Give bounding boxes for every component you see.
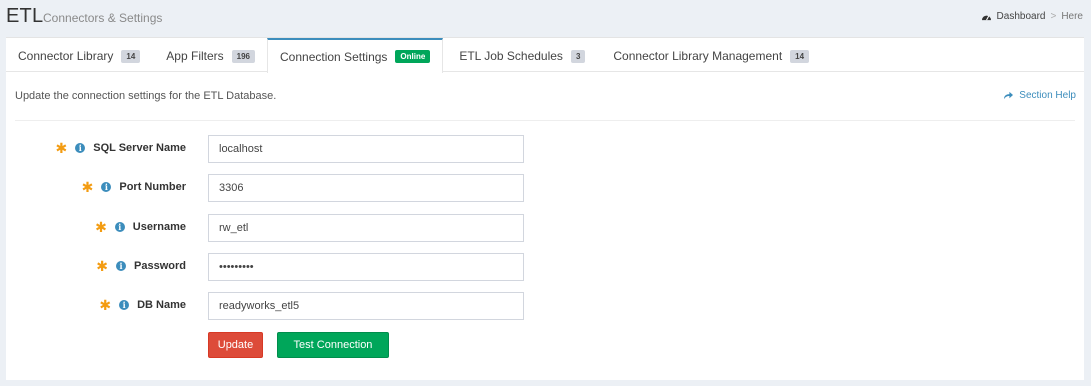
field-label-text: DB Name bbox=[137, 299, 186, 311]
field-label-text: Password bbox=[134, 260, 186, 272]
tab-label: App Filters bbox=[166, 49, 224, 63]
tab-label: Connector Library Management bbox=[613, 49, 783, 63]
count-badge: 3 bbox=[570, 49, 586, 63]
page-header: ETL Connectors & Settings Dashboard > He… bbox=[0, 0, 1091, 36]
update-button[interactable]: Update bbox=[208, 332, 263, 358]
info-icon[interactable]: i bbox=[114, 222, 125, 232]
breadcrumb: Dashboard > Here bbox=[981, 11, 1083, 22]
test-connection-button[interactable]: Test Connection bbox=[277, 332, 389, 358]
asterisk-icon: ✱ bbox=[95, 219, 107, 235]
tab-label: ETL Job Schedules bbox=[459, 49, 563, 63]
info-icon[interactable]: i bbox=[101, 182, 112, 192]
section-description: Update the connection settings for the E… bbox=[15, 90, 277, 102]
asterisk-icon: ✱ bbox=[55, 140, 68, 156]
field-label-text: Port Number bbox=[119, 181, 186, 193]
tab-connection-settings[interactable]: Connection Settings Online bbox=[267, 38, 444, 73]
breadcrumb-dashboard-link[interactable]: Dashboard bbox=[997, 11, 1046, 22]
page-subtitle: Connectors & Settings bbox=[43, 11, 163, 25]
form-row-db-name: ✱ i DB Name bbox=[6, 292, 606, 320]
sql-server-name-input[interactable] bbox=[208, 135, 524, 163]
field-label-text: Username bbox=[132, 221, 186, 233]
form-row-password: ✱ i Password bbox=[6, 253, 606, 281]
tab-app-filters[interactable]: App Filters 196 bbox=[152, 38, 267, 72]
tab-label: Connection Settings bbox=[280, 49, 388, 64]
info-icon[interactable]: i bbox=[75, 143, 86, 153]
password-input[interactable] bbox=[208, 253, 524, 281]
status-badge: Online bbox=[395, 50, 431, 63]
form-row-username: ✱ i Username bbox=[6, 214, 606, 242]
form-row-port-number: ✱ i Port Number bbox=[6, 174, 606, 202]
field-label-text: SQL Server Name bbox=[93, 142, 186, 154]
field-label: ✱ i Password bbox=[96, 258, 186, 274]
tab-bar: Connector Library 14 App Filters 196 Con… bbox=[6, 38, 1084, 73]
port-number-input[interactable] bbox=[208, 174, 524, 202]
tab-label: Connector Library bbox=[18, 49, 114, 63]
asterisk-icon: ✱ bbox=[99, 297, 112, 313]
share-icon bbox=[1004, 91, 1014, 100]
section-help-label: Section Help bbox=[1019, 90, 1076, 101]
page-title: ETL bbox=[6, 5, 44, 27]
field-label: ✱ i Username bbox=[95, 219, 186, 235]
count-badge: 196 bbox=[231, 49, 256, 63]
divider bbox=[15, 120, 1075, 121]
tab-connector-library[interactable]: Connector Library 14 bbox=[6, 38, 152, 72]
field-label: ✱ i SQL Server Name bbox=[55, 140, 186, 156]
username-input[interactable] bbox=[208, 214, 524, 242]
tab-connector-library-management[interactable]: Connector Library Management 14 bbox=[597, 38, 821, 72]
info-icon[interactable]: i bbox=[119, 300, 130, 310]
breadcrumb-current: Here bbox=[1061, 11, 1083, 22]
form-row-sql-server-name: ✱ i SQL Server Name bbox=[6, 135, 606, 163]
tab-etl-job-schedules[interactable]: ETL Job Schedules 3 bbox=[443, 38, 597, 72]
asterisk-icon: ✱ bbox=[96, 258, 109, 274]
section-help-link[interactable]: Section Help bbox=[1003, 90, 1076, 101]
count-badge: 14 bbox=[790, 49, 810, 63]
count-badge: 14 bbox=[121, 49, 141, 63]
db-name-input[interactable] bbox=[208, 292, 524, 320]
breadcrumb-separator: > bbox=[1050, 11, 1057, 22]
field-label: ✱ i Port Number bbox=[81, 179, 186, 195]
field-label: ✱ i DB Name bbox=[99, 297, 186, 313]
settings-panel: Connector Library 14 App Filters 196 Con… bbox=[6, 37, 1084, 380]
info-icon[interactable]: i bbox=[116, 261, 127, 271]
asterisk-icon: ✱ bbox=[81, 179, 94, 195]
dashboard-icon bbox=[981, 15, 991, 21]
